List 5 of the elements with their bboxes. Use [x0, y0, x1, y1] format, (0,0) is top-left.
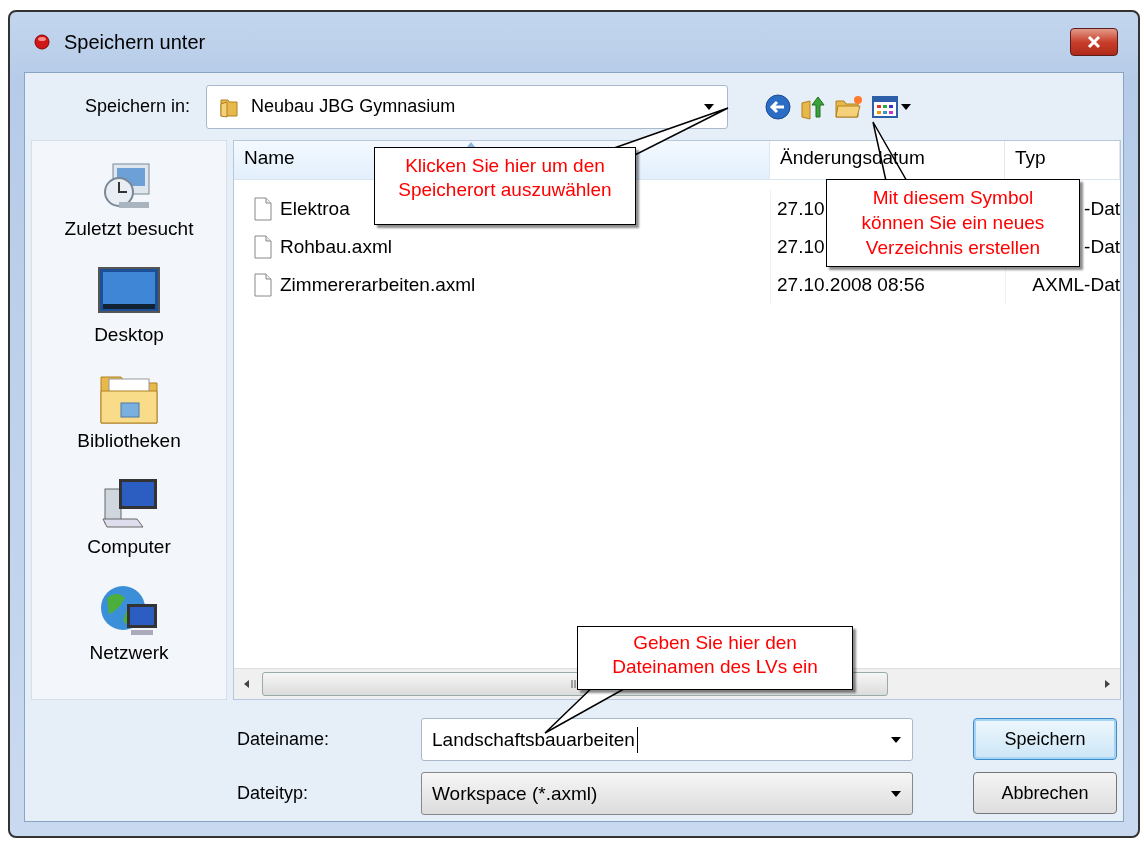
callout-text: Mit diesem Symbol können Sie ein neues Verzeichnis erstellen	[826, 179, 1080, 267]
filetype-label: Dateityp:	[237, 783, 310, 804]
window-title: Speichern unter	[64, 30, 207, 54]
location-label: Speichern in:	[85, 96, 191, 117]
filename-label: Dateiname:	[237, 729, 331, 750]
